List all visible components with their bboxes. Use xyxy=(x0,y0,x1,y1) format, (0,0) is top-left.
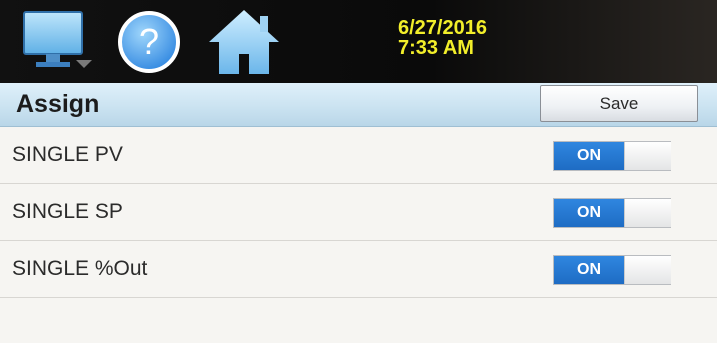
toggle-on-label: ON xyxy=(554,142,624,170)
row-label: SINGLE %Out xyxy=(12,257,148,280)
save-button[interactable]: Save xyxy=(540,85,698,122)
title-bar: Assign Save xyxy=(0,83,717,127)
list-item-single-pv: SINGLE PV ON xyxy=(0,127,717,184)
row-label: SINGLE SP xyxy=(12,200,123,223)
single-out-toggle[interactable]: ON xyxy=(553,255,671,285)
screen: ? 6/27/2016 7:33 AM Assign Save SINGLE P… xyxy=(0,0,717,343)
monitor-icon[interactable] xyxy=(22,10,94,72)
toggle-knob xyxy=(624,256,671,284)
svg-text:?: ? xyxy=(139,21,159,62)
toggle-on-label: ON xyxy=(554,199,624,227)
home-icon[interactable] xyxy=(205,6,283,76)
help-icon[interactable]: ? xyxy=(116,10,182,74)
top-bar: ? 6/27/2016 7:33 AM xyxy=(0,0,717,83)
time-text: 7:33 AM xyxy=(398,37,474,59)
toggle-knob xyxy=(624,142,671,170)
row-label: SINGLE PV xyxy=(12,143,123,166)
date-time-display: 6/27/2016 7:33 AM xyxy=(398,18,487,58)
single-pv-toggle[interactable]: ON xyxy=(553,141,671,171)
single-sp-toggle[interactable]: ON xyxy=(553,198,671,228)
list-item-single-sp: SINGLE SP ON xyxy=(0,184,717,241)
page-title: Assign xyxy=(16,90,100,118)
list-item-single-out: SINGLE %Out ON xyxy=(0,241,717,298)
date-text: 6/27/2016 xyxy=(398,17,487,39)
toggle-knob xyxy=(624,199,671,227)
toggle-on-label: ON xyxy=(554,256,624,284)
